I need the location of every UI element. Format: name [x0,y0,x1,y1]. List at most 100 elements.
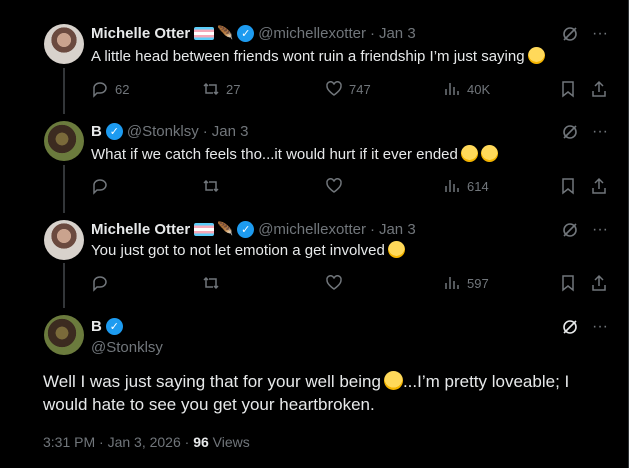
separator: · [202,122,208,140]
action-bar: 597 [91,273,611,293]
share-button[interactable] [590,79,608,99]
separator: · [369,220,375,238]
feather-emoji: 🪶 [217,221,234,236]
handle[interactable]: @michellexotter [258,25,366,42]
main-text-part1: Well I was just saying that for your wel… [43,372,381,391]
verified-icon: ✓ [237,220,255,238]
relieved-face-emoji [527,47,545,64]
avatar[interactable] [44,220,84,260]
display-name[interactable]: Michelle Otter [91,221,190,238]
views-count: 96 [193,434,209,450]
views-icon [445,180,459,192]
views-icon [445,277,459,289]
handle[interactable]: @michellexotter [258,221,366,238]
post-header: Michelle Otter 🪶 ✓ @michellexotter · Jan… [91,219,416,239]
grok-icon[interactable] [562,319,578,335]
post-header: B ✓ @Stonklsy · Jan 3 [91,121,248,141]
views-count: 597 [467,275,489,291]
share-button[interactable] [590,273,608,293]
share-icon [592,80,606,97]
display-name[interactable]: B [91,318,102,335]
avatar[interactable] [44,121,84,161]
avatar[interactable] [44,24,84,64]
like-icon [326,81,342,96]
reply-icon [93,276,107,292]
reply-button[interactable]: 62 [91,79,129,99]
trans-flag-emoji [194,26,215,40]
display-name[interactable]: B [91,123,102,140]
winking-face-emoji [383,371,403,390]
post-date[interactable]: Jan 3 [212,123,249,140]
post-text-content: What if we catch feels tho...it would hu… [91,146,458,163]
reply-count: 62 [115,81,130,97]
bookmark-button[interactable] [559,176,577,196]
reply-icon [93,179,107,195]
thread-post[interactable]: B ✓ @Stonklsy · Jan 3 ··· What if we cat… [0,110,628,210]
views-button[interactable]: 614 [443,176,489,196]
post-date[interactable]: Jan 3 [379,25,416,42]
share-icon [592,177,606,194]
grok-icon[interactable] [562,26,578,42]
share-button[interactable] [590,176,608,196]
grok-icon[interactable] [562,222,578,238]
views-button[interactable]: 40K [443,79,490,99]
separator: · [369,24,375,42]
more-icon[interactable]: ··· [592,221,608,239]
share-icon [592,274,606,291]
repost-icon [203,276,219,290]
reply-icon [93,82,107,98]
bookmark-icon [562,178,574,195]
reply-button[interactable] [91,273,115,293]
post-text: You just got to not let emotion a get in… [91,241,405,261]
repost-button[interactable] [202,176,226,196]
views-button[interactable]: 597 [443,273,489,293]
display-name[interactable]: Michelle Otter [91,25,190,42]
repost-icon [203,82,219,96]
like-button[interactable] [325,176,349,196]
bookmark-button[interactable] [559,273,577,293]
verified-icon: ✓ [105,317,123,335]
repost-button[interactable]: 27 [202,79,240,99]
post-text-content: A little head between friends wont ruin … [91,48,525,65]
thread-post[interactable]: Michelle Otter 🪶 ✓ @michellexotter · Jan… [0,0,628,110]
views-icon [445,83,459,95]
thread-post[interactable]: Michelle Otter 🪶 ✓ @michellexotter · Jan… [0,210,628,310]
post-timestamp[interactable]: 3:31 PM · Jan 3, 2026 · 96 Views [43,434,250,450]
repost-count: 27 [226,81,241,97]
weary-face-emoji [480,145,498,162]
bookmark-icon [562,275,574,292]
like-count: 747 [349,81,371,97]
bookmark-button[interactable] [559,79,577,99]
verified-icon: ✓ [105,122,123,140]
more-icon[interactable]: ··· [592,123,608,141]
post-handle-row: @Stonklsy [91,337,163,357]
views-count: 614 [467,178,489,194]
avatar[interactable] [44,315,84,355]
like-icon [326,178,342,193]
views-label: Views [208,434,250,450]
like-button[interactable] [325,273,349,293]
grok-icon[interactable] [562,124,578,140]
post-text: A little head between friends wont ruin … [91,47,545,67]
post-header: Michelle Otter 🪶 ✓ @michellexotter · Jan… [91,23,416,43]
trans-flag-emoji [194,222,215,236]
post-text: What if we catch feels tho...it would hu… [91,145,498,165]
like-button[interactable]: 747 [325,79,371,99]
handle[interactable]: @Stonklsy [91,339,163,356]
repost-icon [203,179,219,193]
timestamp-text: 3:31 PM · Jan 3, 2026 · [43,434,194,450]
feather-emoji: 🪶 [217,25,234,40]
post-date[interactable]: Jan 3 [379,221,416,238]
handle[interactable]: @Stonklsy [127,123,199,140]
smiling-face-emoji [387,241,405,258]
more-icon[interactable]: ··· [592,318,608,336]
reply-button[interactable] [91,176,115,196]
repost-button[interactable] [202,273,226,293]
verified-icon: ✓ [237,24,255,42]
post-text-content: You just got to not let emotion a get in… [91,242,385,259]
bookmark-icon [562,81,574,98]
more-icon[interactable]: ··· [592,25,608,43]
relieved-face-emoji [460,145,478,162]
action-bar: 62 27 747 40K [91,79,611,99]
main-post-text: Well I was just saying that for your wel… [43,370,603,416]
